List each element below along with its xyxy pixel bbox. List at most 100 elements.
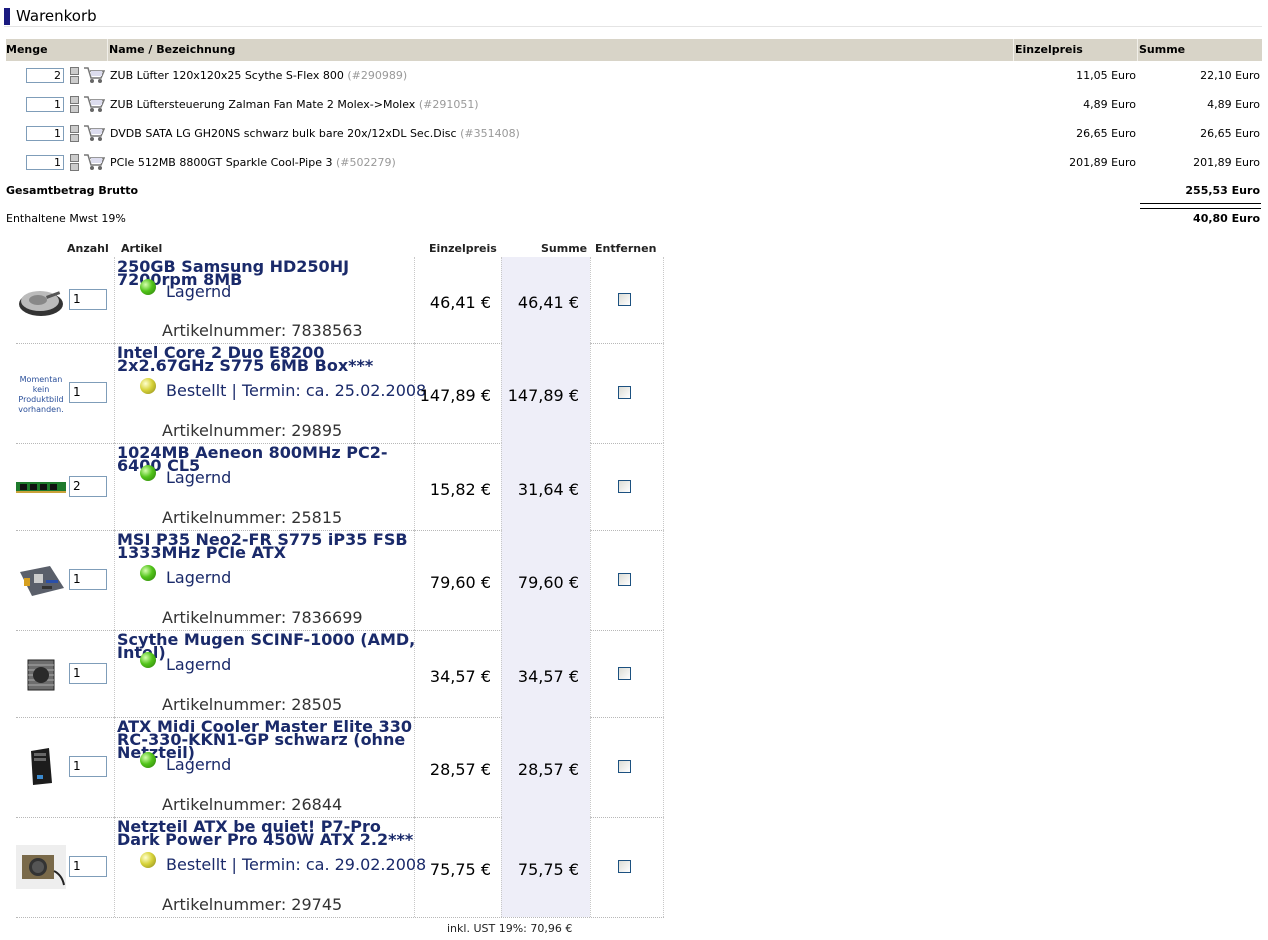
product-name-text[interactable]: ZUB Lüftersteuerung Zalman Fan Mate 2 Mo… [110,98,415,111]
article-number: Artikelnummer: 29745 [162,895,343,914]
cart-icon[interactable] [83,123,106,143]
basket-row: 1 MSI P35 Neo2-FR S775 iP35 FSB 1333MHz P… [16,530,664,631]
cooler-image[interactable] [16,652,66,696]
product-title-link[interactable]: Scythe Mugen SCINF-1000 (AMD, Intel) [117,632,417,661]
remove-checkbox[interactable] [618,386,631,399]
header-accent-bar [4,8,10,25]
remove-checkbox[interactable] [618,480,631,493]
cart-icon[interactable] [83,152,106,172]
quantity-up-button[interactable] [70,67,79,75]
product-name-text[interactable]: ZUB Lüfter 120x120x25 Scythe S-Flex 800 [110,69,344,82]
availability-status-icon [140,279,156,295]
quantity-down-button[interactable] [70,76,79,84]
product-name[interactable]: ZUB Lüfter 120x120x25 Scythe S-Flex 800 … [110,69,407,82]
remove-checkbox[interactable] [618,860,631,873]
no-image-text: Produktbild [18,395,64,404]
quantity-input[interactable]: 1 [26,126,64,141]
hdd-image[interactable] [16,278,66,322]
product-name[interactable]: PCIe 512MB 8800GT Sparkle Cool-Pipe 3 (#… [110,156,396,169]
quantity-input[interactable]: 1 [26,155,64,170]
quantity-down-button[interactable] [70,105,79,113]
column-summe: Summe [541,242,588,255]
availability-status: Lagernd [166,282,232,301]
remove-checkbox[interactable] [618,667,631,680]
product-title-link[interactable]: Netzteil ATX be quiet! P7-Pro Dark Power… [117,819,417,848]
product-name[interactable]: ZUB Lüftersteuerung Zalman Fan Mate 2 Mo… [110,98,479,111]
basket-table-header: Anzahl Artikel Einzelpreis Summe Entfern… [16,241,664,257]
remove-checkbox[interactable] [618,760,631,773]
availability-status: Lagernd [166,755,232,774]
unit-price: 147,89 € [419,386,491,405]
cart-icon[interactable] [83,94,106,114]
basket-row: 1 Netzteil ATX be quiet! P7-Pro Dark Powe… [16,817,664,918]
remove-checkbox[interactable] [618,573,631,586]
quantity-input[interactable]: 1 [69,663,107,684]
unit-price: 4,89 Euro [1083,98,1136,111]
mainboard-image[interactable] [16,558,66,602]
column-einzelpreis: Einzelpreis [1015,43,1083,56]
cart-total-row: Gesamtbetrag Brutto 255,53 Euro [6,177,1262,206]
article-number: Artikelnummer: 29895 [162,421,343,440]
basket-table: Anzahl Artikel Einzelpreis Summe Entfern… [16,241,664,257]
product-name-text[interactable]: PCIe 512MB 8800GT Sparkle Cool-Pipe 3 [110,156,332,169]
availability-status-icon [140,852,156,868]
article-number: Artikelnummer: 26844 [162,795,343,814]
unit-price: 11,05 Euro [1076,69,1136,82]
page-header: Warenkorb [4,6,1262,27]
column-artikel: Artikel [121,242,163,255]
product-title-link[interactable]: MSI P35 Neo2-FR S775 iP35 FSB 1333MHz PC… [117,532,417,561]
product-title-link[interactable]: ATX Midi Cooler Master Elite 330 RC-330-… [117,719,417,761]
column-anzahl: Anzahl [67,242,109,255]
cart-row: 1 PCIe 512MB 8800GT Sparkle Cool-Pipe 3 (… [6,148,1262,177]
cart-table-header: Menge Name / Bezeichnung Einzelpreis Sum… [6,39,1262,61]
availability-status: Bestellt | Termin: ca. 25.02.2008 [166,381,427,400]
product-title-link[interactable]: 1024MB Aeneon 800MHz PC2-6400 CL5 [117,445,417,474]
ram-image[interactable] [16,465,66,509]
quantity-input[interactable]: 1 [69,382,107,403]
quantity-input[interactable]: 1 [69,856,107,877]
row-sum: 79,60 € [517,573,579,592]
availability-status-icon [140,378,156,394]
psu-image[interactable] [16,845,66,889]
availability-status: Lagernd [166,468,232,487]
product-title-link[interactable]: 250GB Samsung HD250HJ 7200rpm 8MB [117,259,417,288]
quantity-up-button[interactable] [70,154,79,162]
quantity-up-button[interactable] [70,96,79,104]
quantity-up-button[interactable] [70,125,79,133]
mwst-label: Enthaltene Mwst 19% [6,212,126,225]
row-sum: 28,57 € [517,760,579,779]
cart-row: 1 ZUB Lüftersteuerung Zalman Fan Mate 2 M… [6,90,1262,119]
cart-icon[interactable] [83,65,106,85]
quantity-input[interactable]: 1 [69,569,107,590]
quantity-input[interactable]: 2 [26,68,64,83]
cart-table: Menge Name / Bezeichnung Einzelpreis Sum… [6,39,1262,234]
quantity-input[interactable]: 1 [26,97,64,112]
availability-status-icon [140,565,156,581]
basket-row: 2 1024MB Aeneon 800MHz PC2-6400 CL5 Lagern… [16,443,664,531]
availability-status: Bestellt | Termin: ca. 29.02.2008 [166,855,427,874]
product-number: (#502279) [335,156,396,169]
quantity-input[interactable]: 1 [69,756,107,777]
product-name-text[interactable]: DVDB SATA LG GH20NS schwarz bulk bare 20… [110,127,457,140]
column-summe: Summe [1139,43,1186,56]
total-label: Gesamtbetrag Brutto [6,184,139,197]
product-number: (#351408) [460,127,520,140]
unit-price: 34,57 € [429,667,491,686]
product-name[interactable]: DVDB SATA LG GH20NS schwarz bulk bare 20… [110,127,520,140]
product-title-link[interactable]: Intel Core 2 Duo E8200 2x2.67GHz S775 6M… [117,345,417,374]
no-image-text: Momentan [19,375,63,384]
availability-status-icon [140,752,156,768]
unit-price: 46,41 € [429,293,491,312]
page-title: Warenkorb [16,7,97,25]
quantity-input[interactable]: 1 [69,289,107,310]
row-sum: 147,89 € [507,386,579,405]
basket-row: 1 Scythe Mugen SCINF-1000 (AMD, Intel) Lag… [16,630,664,718]
unit-price: 15,82 € [429,480,491,499]
basket-row: 1 ATX Midi Cooler Master Elite 330 RC-330… [16,717,664,818]
remove-checkbox[interactable] [618,293,631,306]
quantity-down-button[interactable] [70,134,79,142]
case-image[interactable] [16,745,66,789]
basket-row: Momentan kein Produktbild vorhanden. 1 Intel … [16,343,664,444]
quantity-input[interactable]: 2 [69,476,107,497]
quantity-down-button[interactable] [70,163,79,171]
